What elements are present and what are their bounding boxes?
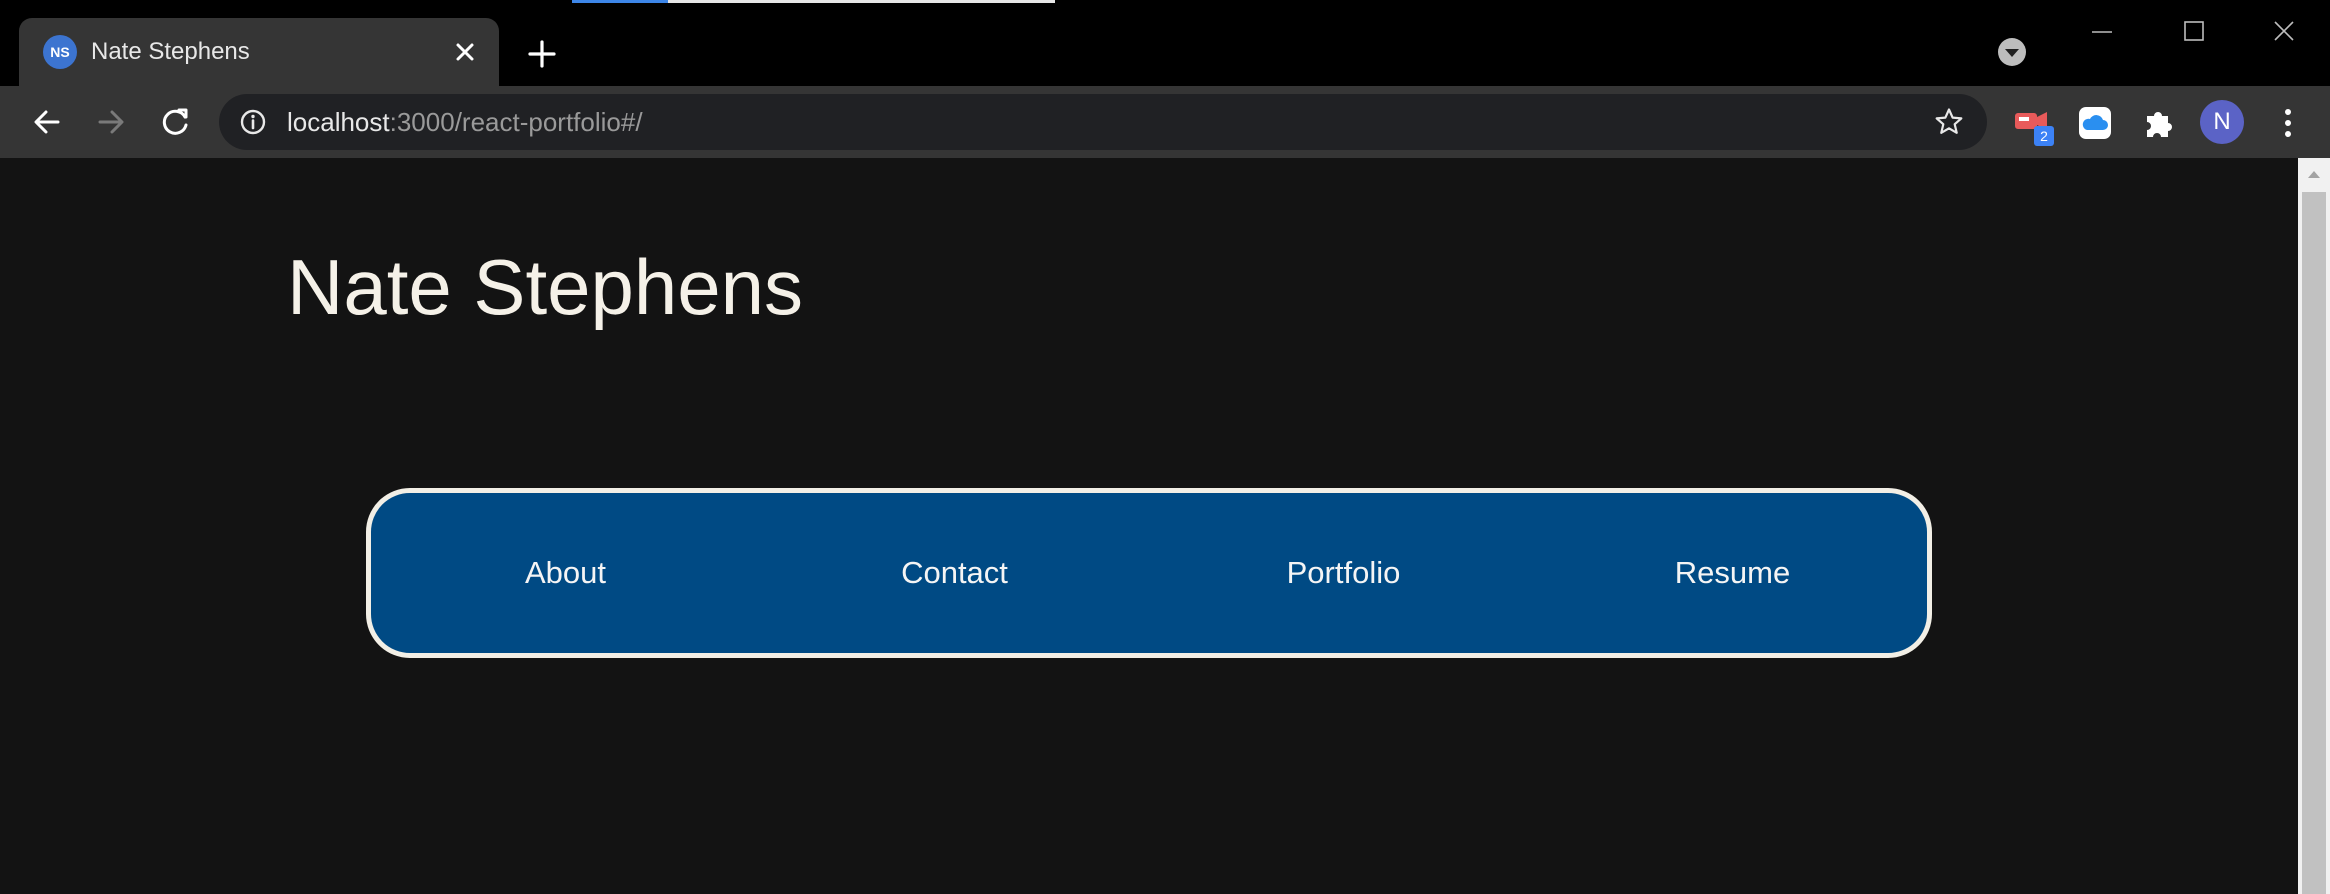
page-title: Nate Stephens (287, 243, 804, 331)
scroll-up-arrow-icon[interactable] (2298, 158, 2330, 190)
loading-indicator (572, 0, 668, 3)
main-navigation: About Contact Portfolio Resume (366, 488, 1932, 658)
nav-link-contact[interactable]: Contact (760, 535, 1149, 611)
video-extension-icon[interactable]: 2 (2012, 104, 2054, 146)
url-text: localhost:3000/react-portfolio#/ (287, 107, 643, 138)
nav-link-portfolio[interactable]: Portfolio (1149, 535, 1538, 611)
loading-indicator-track (668, 0, 1055, 3)
scrollbar-thumb[interactable] (2302, 192, 2326, 894)
more-menu-icon[interactable] (2272, 104, 2304, 142)
vertical-scrollbar[interactable] (2298, 158, 2330, 894)
tab-strip: NS Nate Stephens (0, 0, 2330, 86)
url-host: localhost (287, 107, 390, 137)
extension-badge: 2 (2034, 126, 2054, 146)
maximize-window-icon[interactable] (2173, 14, 2213, 50)
reload-icon[interactable] (156, 103, 194, 141)
close-window-icon[interactable] (2264, 14, 2304, 50)
browser-tab[interactable]: NS Nate Stephens (19, 18, 499, 86)
tab-title: Nate Stephens (91, 38, 250, 65)
favicon-icon: NS (43, 35, 77, 69)
tab-search-icon[interactable] (1996, 36, 2028, 68)
address-bar[interactable]: localhost:3000/react-portfolio#/ (219, 94, 1987, 150)
back-arrow-icon[interactable] (28, 103, 66, 141)
profile-avatar[interactable]: N (2200, 100, 2244, 144)
puzzle-extensions-icon[interactable] (2140, 104, 2178, 142)
nav-link-about[interactable]: About (371, 535, 760, 611)
close-tab-icon[interactable] (449, 36, 481, 68)
cloud-extension-icon[interactable] (2076, 104, 2114, 142)
page-viewport: Nate Stephens About Contact Portfolio Re… (0, 158, 2298, 894)
minimize-window-icon[interactable] (2082, 14, 2122, 50)
browser-toolbar: localhost:3000/react-portfolio#/ 2 N (0, 86, 2330, 158)
new-tab-icon[interactable] (524, 36, 560, 72)
bookmark-star-icon[interactable] (1933, 106, 1965, 138)
url-path: :3000/react-portfolio#/ (389, 107, 643, 137)
site-info-icon[interactable] (239, 108, 267, 136)
forward-arrow-icon[interactable] (92, 103, 130, 141)
nav-link-resume[interactable]: Resume (1538, 535, 1927, 611)
